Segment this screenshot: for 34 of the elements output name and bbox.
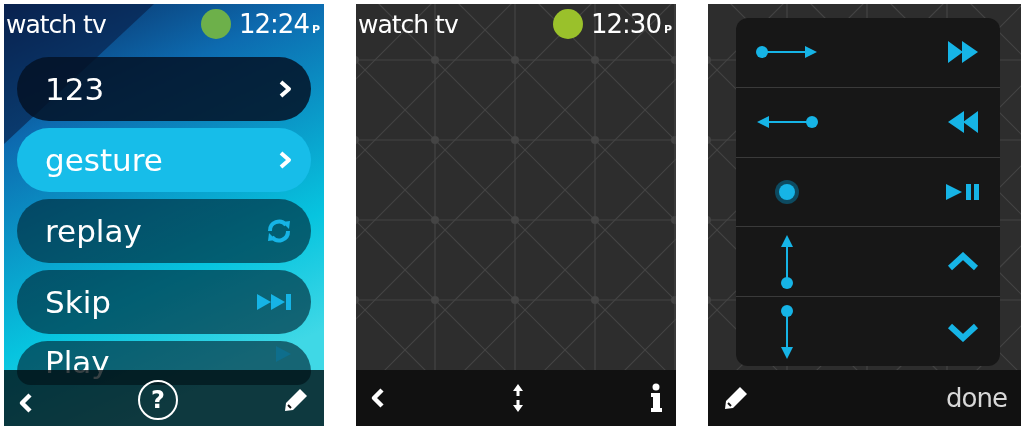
chevron-down-icon	[947, 321, 979, 342]
up-down-arrow-icon	[512, 383, 524, 413]
done-button[interactable]: done	[946, 383, 1007, 413]
menu-item[interactable]: replay	[17, 199, 311, 263]
back-button[interactable]	[18, 392, 34, 414]
refresh-icon	[265, 217, 293, 245]
menu-item[interactable]: Skip	[17, 270, 311, 334]
scroll-button[interactable]	[512, 383, 524, 413]
chevron-left-icon	[18, 392, 34, 414]
clock-time: 12:24	[239, 9, 309, 39]
edit-button[interactable]	[722, 384, 750, 412]
clock-time: 12:30	[591, 9, 661, 39]
chevron-right-icon	[277, 150, 293, 170]
pencil-icon	[722, 384, 750, 412]
info-button[interactable]	[650, 383, 662, 413]
menu-item[interactable]: 123	[17, 57, 311, 121]
screen-title: watch tv	[358, 9, 459, 39]
chevron-right-icon	[277, 79, 293, 99]
pencil-icon	[282, 386, 310, 414]
back-button[interactable]	[370, 387, 386, 409]
edit-button[interactable]	[282, 386, 310, 414]
rewind-icon	[947, 110, 979, 135]
time-period: P	[663, 22, 672, 36]
chevron-left-icon	[370, 387, 386, 409]
skip-forward-icon	[257, 292, 293, 312]
play-icon	[275, 344, 293, 364]
help-button[interactable]: ?	[138, 380, 178, 420]
screen-title: watch tv	[6, 9, 107, 39]
chevron-up-icon	[947, 251, 979, 272]
play-pause-icon	[945, 183, 981, 201]
tap-icon	[774, 179, 800, 205]
time-period: P	[311, 22, 320, 36]
fast-forward-icon	[947, 40, 979, 65]
info-icon	[650, 383, 662, 413]
